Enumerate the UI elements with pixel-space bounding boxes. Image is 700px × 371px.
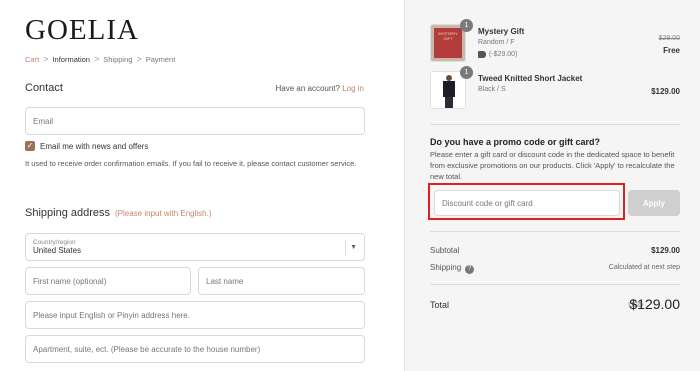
shipping-row: Shipping? xyxy=(430,263,475,274)
help-icon[interactable]: ? xyxy=(465,265,475,274)
discount-code-input[interactable]: Discount code or gift card xyxy=(434,190,620,216)
chevron-down-icon: ▼ xyxy=(350,244,357,251)
login-link[interactable]: Log in xyxy=(342,84,364,93)
original-price: $29.00 xyxy=(658,35,680,42)
item-price: $129.00 xyxy=(651,87,680,96)
item-discount: (-$29.00) xyxy=(478,51,517,58)
email-field[interactable]: Email xyxy=(25,107,365,135)
country-label: Country/region xyxy=(33,239,76,246)
chevron-right-icon: > xyxy=(43,54,49,64)
last-name-placeholder: Last name xyxy=(206,276,244,286)
item-name: Tweed Knitted Short Jacket xyxy=(478,74,583,83)
subtotal-value: $129.00 xyxy=(651,246,680,255)
total-label: Total xyxy=(430,300,450,310)
quantity-badge: 1 xyxy=(460,19,473,32)
breadcrumb-information: Information xyxy=(52,54,90,64)
quantity-badge: 1 xyxy=(460,66,473,79)
chevron-right-icon: > xyxy=(93,54,100,64)
have-account-label: Have an account? xyxy=(275,84,340,93)
address-placeholder: Please input English or Pinyin address h… xyxy=(33,310,190,320)
item-name: Mystery Gift xyxy=(478,27,525,36)
country-select[interactable]: Country/region United States ▼ xyxy=(25,233,365,261)
item-variant: Random / F xyxy=(478,39,515,46)
promo-heading: Do you have a promo code or gift card? xyxy=(430,137,601,147)
checkout-form-panel: GOELIA Cart > Information > Shipping > P… xyxy=(0,0,404,371)
shipping-heading: Shipping address xyxy=(25,207,111,219)
first-name-field[interactable]: First name (optional) xyxy=(25,267,191,295)
apartment-placeholder: Apartment, suite, ect. (Please be accura… xyxy=(33,344,261,354)
cart-item: MYSTERY GIFT 1 Mystery Gift Random / F (… xyxy=(430,19,690,64)
brand-logo[interactable]: GOELIA xyxy=(25,14,139,47)
select-divider xyxy=(345,240,346,256)
jacket-model-image xyxy=(442,75,456,108)
country-value: United States xyxy=(33,246,82,255)
newsletter-checkbox[interactable]: ✓ xyxy=(25,141,35,151)
contact-heading: Contact xyxy=(25,82,63,94)
breadcrumb-payment: Payment xyxy=(145,54,176,64)
newsletter-label[interactable]: Email me with news and offers xyxy=(40,142,148,151)
order-summary-panel: MYSTERY GIFT 1 Mystery Gift Random / F (… xyxy=(404,0,700,371)
subtotal-label: Subtotal xyxy=(430,246,460,255)
shipping-label: Shipping xyxy=(430,263,462,272)
cart-item: 1 Tweed Knitted Short Jacket Black / S $… xyxy=(430,66,690,111)
divider xyxy=(430,284,680,285)
discount-amount: (-$29.00) xyxy=(489,51,518,58)
tag-icon xyxy=(478,51,486,58)
shipping-value: Calculated at next step xyxy=(608,264,680,271)
breadcrumb-shipping: Shipping xyxy=(103,54,133,64)
shipping-hint: (Please input with English.) xyxy=(115,209,212,218)
mystery-gift-image-text: MYSTERY GIFT xyxy=(434,28,462,58)
promo-description: Please enter a gift card or discount cod… xyxy=(430,150,675,181)
total-value: $129.00 xyxy=(629,296,680,312)
discount-placeholder: Discount code or gift card xyxy=(442,198,533,208)
breadcrumb: Cart > Information > Shipping > Payment xyxy=(25,54,175,64)
contact-note: It used to receive order confirmation em… xyxy=(25,159,357,168)
item-price: Free xyxy=(663,46,680,55)
divider xyxy=(430,124,680,125)
divider xyxy=(430,231,680,232)
first-name-placeholder: First name (optional) xyxy=(33,276,107,286)
item-variant: Black / S xyxy=(478,86,506,93)
email-placeholder: Email xyxy=(33,116,54,126)
apply-button[interactable]: Apply xyxy=(628,190,680,216)
breadcrumb-cart[interactable]: Cart xyxy=(25,55,39,64)
newsletter-option: ✓ Email me with news and offers xyxy=(25,141,148,151)
chevron-right-icon: > xyxy=(136,54,142,64)
last-name-field[interactable]: Last name xyxy=(198,267,365,295)
address-field[interactable]: Please input English or Pinyin address h… xyxy=(25,301,365,329)
apartment-field[interactable]: Apartment, suite, ect. (Please be accura… xyxy=(25,335,365,363)
have-account-text: Have an account? Log in xyxy=(275,84,364,93)
